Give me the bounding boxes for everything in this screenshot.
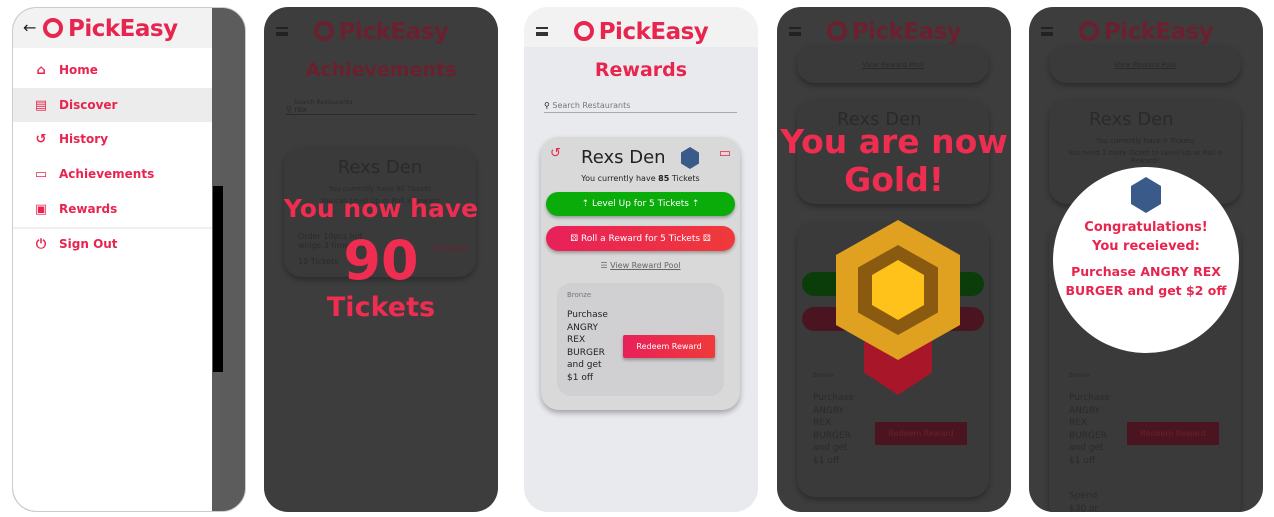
gift-icon: ▣ xyxy=(34,201,48,217)
home-icon: ⌂ xyxy=(36,62,46,78)
app-logo: PickEasy xyxy=(264,19,498,45)
phone-gold-overlay: PickEasy View Reward Pool Rexs Den Bronz… xyxy=(777,7,1011,512)
achievement-icon: ▭ xyxy=(34,166,48,182)
app-logo: PickEasy xyxy=(777,19,1011,45)
level-up-button[interactable]: ⇡ Level Up for 5 Tickets ⇡ xyxy=(546,192,735,216)
tickets-line: You currently have 90 Tickets xyxy=(328,185,432,193)
view-reward-pool-link[interactable]: View Reward Pool xyxy=(797,61,989,69)
previous-card: View Reward Pool xyxy=(1049,45,1241,83)
redeem-reward-button[interactable]: Redeem Reward xyxy=(623,335,715,358)
tier-label: Bronze xyxy=(813,372,834,379)
gold-medal-icon xyxy=(836,220,960,400)
congrats-dialog: Congratulations! You receieved: Purchase… xyxy=(1053,167,1239,353)
app-logo: PickEasy xyxy=(1029,19,1263,45)
overlay-line2: Tickets xyxy=(326,292,436,323)
reward-text: Purchase ANGRY REX BURGER and get $1 off xyxy=(1069,393,1110,466)
app-logo: PickEasy xyxy=(524,19,758,45)
redeem-reward-button[interactable]: Redeem Reward xyxy=(875,422,967,445)
store-icon: ▤ xyxy=(34,97,48,113)
view-reward-pool-link[interactable]: ☰ View Reward Pool xyxy=(541,261,740,270)
menu-item-history[interactable]: ↺ History xyxy=(33,122,108,156)
phone-drawer: ← PickEasy ⌂ Home ▤ Discover ↺ History ▭ Ach… xyxy=(12,7,246,512)
tier-badge-icon xyxy=(681,147,699,169)
spend-text: Spend $30 or xyxy=(1069,491,1099,512)
phone-tickets-overlay: PickEasy Achievements Search Restaurants… xyxy=(264,7,498,512)
menu-item-achievements[interactable]: ▭ Achievements xyxy=(33,157,154,191)
roll-reward-button[interactable]: ⚄ Roll a Reward for 5 Tickets ⚄ xyxy=(546,226,735,251)
achievement-icon[interactable]: ▭ xyxy=(719,146,731,161)
search-input[interactable]: ⚲ Search Restaurants xyxy=(544,101,737,113)
reward-card: Bronze Purchase ANGRY REX BURGER and get… xyxy=(557,283,724,396)
overlay-line1: You now have xyxy=(283,194,479,223)
search-input[interactable]: ⚲ rex xyxy=(286,105,476,115)
previous-card: View Reward Pool xyxy=(797,45,989,83)
phone-rewards: PickEasy Rewards ⚲ Search Restaurants ↺ … xyxy=(524,7,758,512)
redeem-reward-button[interactable]: Redeem Reward xyxy=(1127,422,1219,445)
back-arrow-icon[interactable]: ← xyxy=(23,18,36,37)
restaurant-card: ↺ ▭ Rexs Den You currently have 85 Ticke… xyxy=(541,137,740,410)
phone-congrats-overlay: PickEasy View Reward Pool Rexs Den You c… xyxy=(1029,7,1263,512)
history-icon[interactable]: ↺ xyxy=(550,146,561,161)
platinum-badge-icon xyxy=(1131,177,1161,213)
menu-item-discover[interactable]: ▤ Discover xyxy=(33,88,118,122)
nav-drawer: ← PickEasy ⌂ Home ▤ Discover ↺ History ▭ Ach… xyxy=(13,8,212,511)
background-content xyxy=(213,186,223,372)
congrats-title: Congratulations! xyxy=(1084,220,1208,235)
view-reward-pool-link[interactable]: View Reward Pool xyxy=(1049,61,1241,69)
restaurant-name: Rexs Den xyxy=(337,157,423,178)
menu-item-sign-out[interactable]: ⏻ Sign Out xyxy=(33,227,118,261)
need-line: You need 1 more Ticket to Level Up or Ro… xyxy=(1067,149,1223,165)
menu-item-home[interactable]: ⌂ Home xyxy=(33,53,98,87)
menu-item-rewards[interactable]: ▣ Rewards xyxy=(33,192,117,226)
overlay-text: You are now Gold! xyxy=(780,122,1008,199)
page-title: Achievements xyxy=(305,59,457,81)
tier-label: Bronze xyxy=(1069,372,1090,379)
page-title: Rewards xyxy=(594,59,688,81)
tier-label: Bronze xyxy=(567,291,592,299)
reward-text: Purchase ANGRY REX BURGER and get $1 off xyxy=(567,310,608,383)
tickets-line: You currently have 85 Tickets xyxy=(581,174,700,183)
overlay-number: 90 xyxy=(343,229,419,292)
list-icon: ☰ xyxy=(600,261,608,270)
tickets-line: You currently have 0 Tickets xyxy=(1095,137,1195,145)
power-icon: ⏻ xyxy=(35,236,47,252)
search-icon: ⚲ xyxy=(544,101,550,110)
history-icon: ↺ xyxy=(35,131,47,147)
reward-text: Purchase ANGRY REX BURGER and get $1 off xyxy=(813,393,854,466)
received-label: You receieved: xyxy=(1092,239,1200,254)
prize-text: Purchase ANGRY REX BURGER and get $2 off xyxy=(1065,264,1227,298)
restaurant-name: Rexs Den xyxy=(1089,109,1174,130)
app-logo: PickEasy xyxy=(43,16,178,42)
restaurant-name: Rexs Den xyxy=(581,147,666,168)
